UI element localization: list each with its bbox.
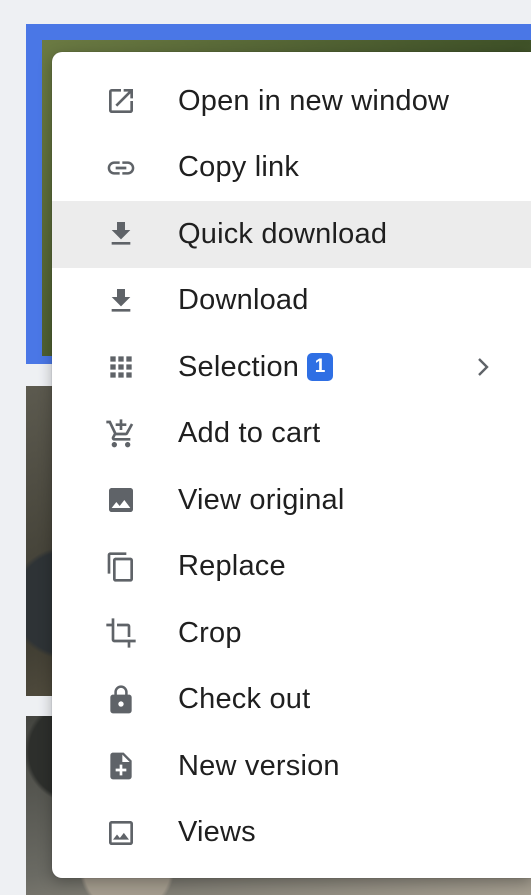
menu-item-view-original[interactable]: View original — [52, 467, 531, 534]
menu-item-check-out[interactable]: Check out — [52, 667, 531, 734]
open-in-new-icon — [104, 84, 138, 118]
menu-item-selection[interactable]: Selection 1 — [52, 334, 531, 401]
menu-item-views[interactable]: Views — [52, 800, 531, 867]
menu-item-open-in-new-window[interactable]: Open in new window — [52, 68, 531, 135]
menu-item-label: Views — [178, 816, 256, 849]
menu-item-copy-link[interactable]: Copy link — [52, 135, 531, 202]
menu-item-label: Download — [178, 284, 309, 317]
link-icon — [104, 151, 138, 185]
selection-label: Selection — [178, 350, 300, 383]
menu-item-label: New version — [178, 749, 340, 782]
menu-item-label: View original — [178, 483, 345, 516]
menu-item-download[interactable]: Download — [52, 268, 531, 335]
crop-icon — [104, 616, 138, 650]
download-icon — [104, 217, 138, 251]
menu-item-label: Open in new window — [178, 84, 450, 117]
menu-item-label: Check out — [178, 683, 311, 716]
menu-item-label: Crop — [178, 616, 242, 649]
menu-item-quick-download[interactable]: Quick download — [52, 201, 531, 268]
file-add-icon — [104, 749, 138, 783]
image-outline-icon — [104, 816, 138, 850]
menu-item-label: Replace — [178, 550, 286, 583]
add-to-cart-icon — [104, 417, 138, 451]
lock-icon — [104, 683, 138, 717]
copy-icon — [104, 550, 138, 584]
context-menu: Open in new window Copy link Quick downl… — [52, 52, 531, 878]
selection-count-badge: 1 — [307, 353, 334, 382]
image-icon — [104, 483, 138, 517]
menu-item-new-version[interactable]: New version — [52, 733, 531, 800]
menu-item-label: Quick download — [178, 217, 388, 250]
menu-item-label: Add to cart — [178, 417, 321, 450]
menu-item-label: Copy link — [178, 151, 300, 184]
download-icon — [104, 284, 138, 318]
menu-item-label: Selection 1 — [178, 350, 334, 384]
menu-item-replace[interactable]: Replace — [52, 534, 531, 601]
menu-item-crop[interactable]: Crop — [52, 600, 531, 667]
menu-item-add-to-cart[interactable]: Add to cart — [52, 401, 531, 468]
grid-apps-icon — [104, 350, 138, 384]
chevron-right-icon — [473, 355, 493, 379]
